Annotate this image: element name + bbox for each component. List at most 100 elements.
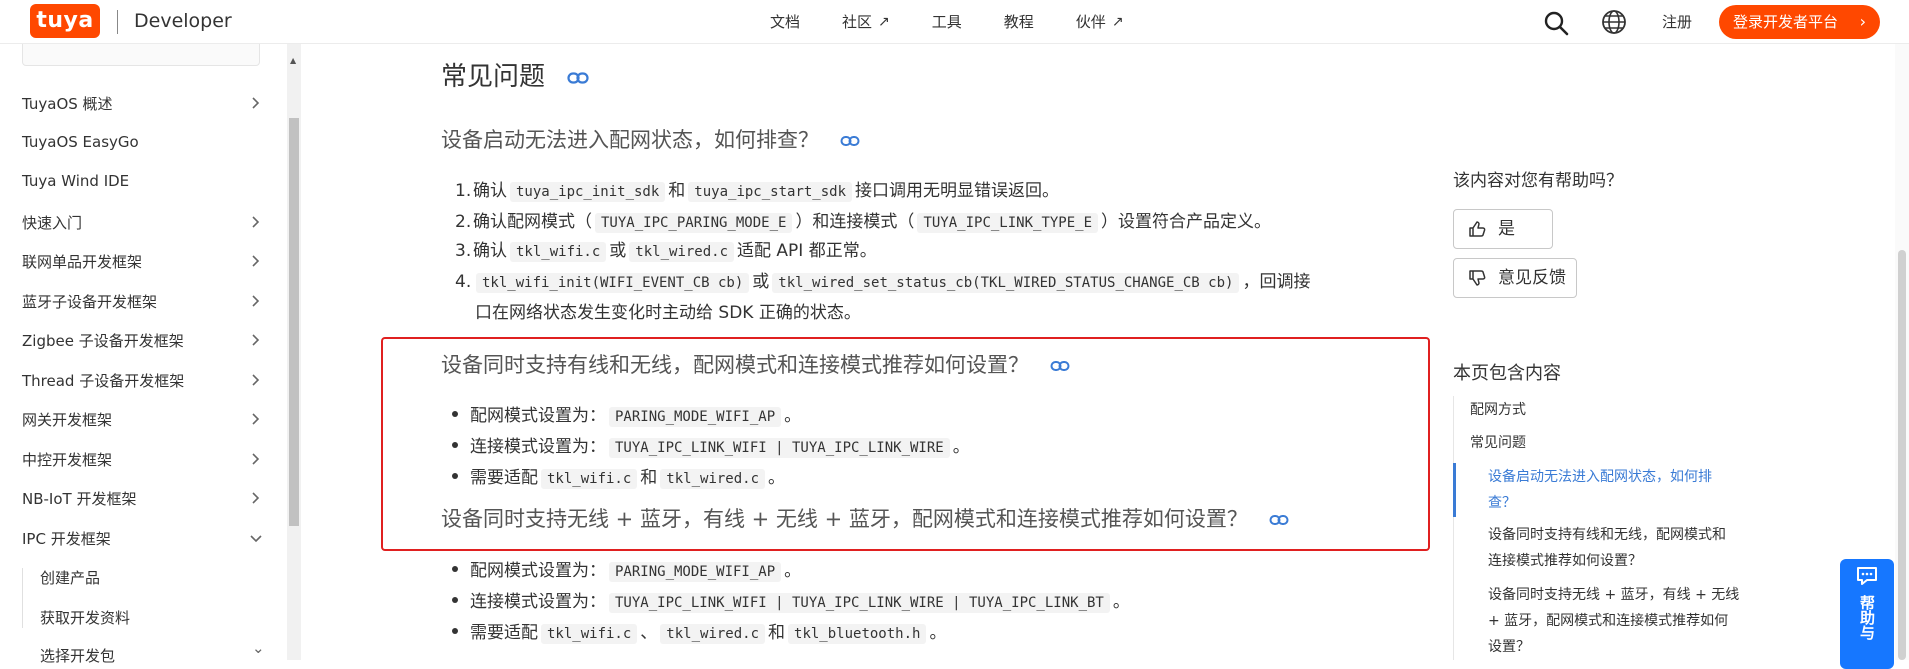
link-icon[interactable] [1269, 514, 1289, 526]
bullet-dot [452, 473, 458, 479]
list-item: 1. 确认 tuya_ipc_init_sdk 和 tuya_ipc_start_sdk… [455, 176, 1060, 202]
link-icon[interactable] [567, 71, 589, 85]
toc-line: 设置？ [1488, 639, 1530, 655]
chevron-down-icon [250, 535, 262, 543]
toc-item-network-config[interactable]: 配网方式 [1470, 397, 1526, 423]
toc-line: 设备启动无法进入配网状态，如何排 [1488, 469, 1712, 485]
sidebar-sub-item[interactable]: 选择开发包 ⌄ [40, 639, 265, 666]
nav-tutorials[interactable]: 教程 [1004, 0, 1034, 44]
chevron-right-icon [252, 255, 260, 267]
text-fragment: 确认 [473, 181, 507, 201]
sidebar-item-label: TuyaOS EasyGo [22, 133, 139, 151]
text-fragment: 配网模式设置为： [470, 561, 606, 581]
text-fragment: 或 [609, 241, 627, 261]
toc-item-q2[interactable]: 设备同时支持有线和无线，配网模式和 连接模式推荐如何设置？ [1488, 522, 1726, 574]
login-button[interactable]: 登录开发者平台 › [1719, 5, 1880, 39]
sidebar-sub-guide-line [22, 568, 23, 628]
bullet-dot [452, 597, 458, 603]
feedback-label: 意见反馈 [1498, 268, 1566, 288]
text-fragment: 或 [752, 272, 770, 292]
code-snippet: tuya_ipc_start_sdk [688, 182, 853, 202]
link-icon[interactable] [840, 135, 860, 147]
link-icon[interactable] [1050, 360, 1070, 372]
feedback-button[interactable]: 意见反馈 [1453, 258, 1577, 298]
nav-docs[interactable]: 文档 [770, 0, 800, 44]
code-snippet: TUYA_IPC_PARING_MODE_E [595, 213, 793, 233]
toc-active-indicator [1453, 463, 1456, 517]
sidebar-item-label: IPC 开发框架 [22, 530, 111, 548]
search-icon[interactable] [1543, 10, 1569, 36]
tuya-logo[interactable]: tuya [30, 4, 100, 38]
sidebar-item-label: 蓝牙子设备开发框架 [22, 293, 158, 311]
sidebar-search-input[interactable] [22, 44, 260, 66]
list-item: 2. 确认配网模式（ TUYA_IPC_PARING_MODE_E ）和连接模式（ TU… [455, 207, 1271, 233]
code-snippet: TUYA_IPC_LINK_TYPE_E [917, 213, 1099, 233]
sidebar-item[interactable]: IPC 开发框架 [22, 528, 270, 549]
list-item: 连接模式设置为： TUYA_IPC_LINK_WIFI | TUYA_IPC_LI… [452, 587, 1130, 613]
sidebar-item-label: Tuya Wind IDE [22, 172, 130, 190]
globe-icon[interactable] [1601, 9, 1627, 35]
text-fragment: 。 [784, 406, 802, 426]
list-item: 需要适配 tkl_wifi.c、 tkl_wired.c 和 tkl_bluetooth… [452, 618, 947, 644]
text-fragment: 需要适配 [470, 468, 538, 488]
code-snippet: tkl_wifi.c [541, 624, 638, 644]
nav-tools[interactable]: 工具 [932, 0, 962, 44]
q1-step4-continued: 口在网络状态发生变化时主动给 SDK 正确的状态。 [475, 303, 861, 323]
section-title-text: 常见问题 [441, 62, 546, 92]
text-fragment: 和 [768, 623, 786, 643]
sidebar-sub-item[interactable]: 创建产品 [40, 567, 100, 588]
page-scrollbar-thumb[interactable] [1898, 250, 1906, 660]
text-fragment: 、 [640, 623, 658, 643]
toc-line: 设备同时支持有线和无线，配网模式和 [1488, 527, 1726, 543]
toc-line: 连接模式推荐如何设置？ [1488, 553, 1642, 569]
nav-partners[interactable]: 伙伴 ↗ [1076, 0, 1124, 44]
code-snippet: tkl_wired.c [629, 242, 735, 262]
sidebar-item[interactable]: NB-IoT 开发框架 [22, 488, 270, 509]
section-title-faq: 常见问题 [441, 56, 589, 93]
sidebar-item[interactable]: 中控开发框架 [22, 449, 270, 470]
toc-item-q1[interactable]: 设备启动无法进入配网状态，如何排 查？ [1488, 464, 1712, 516]
chevron-right-icon: › [1859, 12, 1866, 31]
toc-item-faq[interactable]: 常见问题 [1470, 430, 1526, 456]
list-item: 需要适配 tkl_wifi.c 和 tkl_wired.c。 [452, 463, 785, 489]
text-fragment: 接口调用无明显错误返回。 [855, 181, 1060, 201]
nav-community[interactable]: 社区 ↗ [842, 0, 890, 44]
text-fragment: ，回调接 [1242, 272, 1311, 292]
bullet-dot [452, 411, 458, 417]
toc-title: 本页包含内容 [1453, 363, 1561, 384]
sidebar-item[interactable]: TuyaOS EasyGo [22, 133, 270, 151]
sidebar-item[interactable]: Zigbee 子设备开发框架 [22, 330, 270, 351]
sidebar-item[interactable]: Tuya Wind IDE [22, 172, 270, 190]
code-snippet: tkl_wifi.c [510, 242, 607, 262]
list-item: 3. 确认 tkl_wifi.c 或 tkl_wired.c 适配 API 都正常。 [455, 236, 877, 262]
code-snippet: tkl_wired.c [660, 624, 766, 644]
sidebar-item-label: NB-IoT 开发框架 [22, 490, 137, 508]
text-fragment: 配网模式设置为： [470, 406, 606, 426]
sidebar-item[interactable]: 联网单品开发框架 [22, 251, 270, 272]
toc-guide-line [1453, 396, 1454, 660]
scroll-up-arrow-icon[interactable]: ▲ [290, 56, 296, 65]
text-fragment: 连接模式设置为： [470, 437, 606, 457]
code-snippet: PARING_MODE_WIFI_AP [609, 562, 782, 582]
help-widget-button[interactable]: 帮助与 [1840, 559, 1894, 669]
helpful-yes-button[interactable]: 是 [1453, 209, 1553, 249]
register-link[interactable]: 注册 [1662, 11, 1692, 32]
toc-item-q3[interactable]: 设备同时支持无线 + 蓝牙，有线 + 无线 + 蓝牙，配网模式和连接模式推荐如何… [1488, 582, 1739, 660]
code-snippet: TUYA_IPC_LINK_WIFI | TUYA_IPC_LINK_WIRE … [609, 593, 1110, 613]
text-fragment: 。 [784, 561, 802, 581]
nav-label: 文档 [770, 13, 801, 31]
nav-label: 工具 [931, 13, 962, 31]
list-number: 1. [455, 181, 472, 201]
sidebar-scrollbar-thumb[interactable] [289, 118, 299, 526]
list-number: 4. [455, 272, 472, 292]
sidebar-item[interactable]: 蓝牙子设备开发框架 [22, 291, 270, 312]
text-fragment: 。 [929, 623, 947, 643]
sidebar-item[interactable]: 快速入门 [22, 212, 270, 233]
sidebar-item[interactable]: Thread 子设备开发框架 [22, 370, 270, 391]
help-widget-label: 帮助与 [1858, 595, 1876, 640]
chevron-right-icon [252, 413, 260, 425]
sidebar-item[interactable]: 网关开发框架 [22, 409, 270, 430]
yes-label: 是 [1498, 219, 1515, 239]
sidebar-sub-item[interactable]: 获取开发资料 [40, 607, 130, 628]
sidebar-item[interactable]: TuyaOS 概述 [22, 93, 270, 114]
